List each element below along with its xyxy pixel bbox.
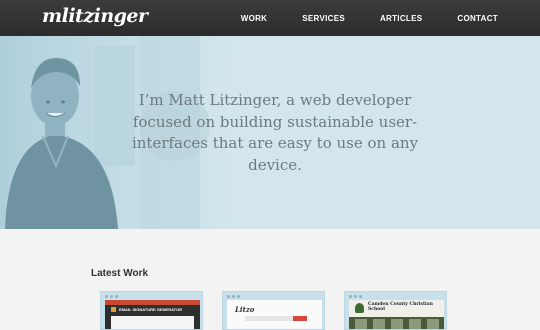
site-logo[interactable]: mlitzinger	[42, 5, 148, 27]
hero-tagline: I’m Matt Litzinger, a web developer focu…	[131, 91, 419, 174]
browser-dots	[349, 295, 364, 298]
nav-work-link[interactable]: WORK	[241, 14, 268, 23]
thumbnail-caption: EMAIL SIGNATURE GENERATOR	[119, 307, 183, 312]
thumbnail-field	[245, 316, 293, 321]
section-title: Latest Work	[91, 268, 149, 279]
nav-contact-link[interactable]: CONTACT	[457, 14, 498, 23]
thumbnail-photo-strip	[349, 317, 444, 329]
latest-work-section: Latest Work EMAIL SIGNATURE GENERATOR Li…	[0, 229, 540, 330]
thumbnail-button	[293, 316, 307, 321]
work-thumbnail-email-signature[interactable]: EMAIL SIGNATURE GENERATOR	[100, 291, 203, 330]
site-header: mlitzinger WORK SERVICES ARTICLES CONTAC…	[0, 0, 540, 36]
thumbnail-caption: Camden County Christian School	[368, 302, 433, 312]
thumbnail-body	[111, 316, 194, 329]
browser-dots	[105, 295, 120, 298]
nav-articles-link[interactable]: ARTICLES	[380, 14, 422, 23]
thumbnail-screen: EMAIL SIGNATURE GENERATOR	[105, 300, 200, 329]
envelope-icon	[111, 307, 116, 312]
tree-logo-icon	[355, 303, 364, 313]
work-thumbnail-litzo[interactable]: Litzo	[222, 291, 325, 330]
thumbnail-caption: Litzo	[235, 305, 255, 314]
work-thumbnail-camden-county[interactable]: Camden County Christian School	[344, 291, 447, 330]
thumbnail-screen: Litzo	[227, 300, 322, 329]
main-nav: WORK SERVICES ARTICLES CONTACT	[206, 0, 498, 36]
nav-services-link[interactable]: SERVICES	[302, 14, 345, 23]
hero-banner: I’m Matt Litzinger, a web developer focu…	[0, 36, 540, 229]
thumbnail-screen: Camden County Christian School	[349, 300, 444, 329]
thumbnail-top-bar	[105, 300, 200, 305]
browser-dots	[227, 295, 242, 298]
